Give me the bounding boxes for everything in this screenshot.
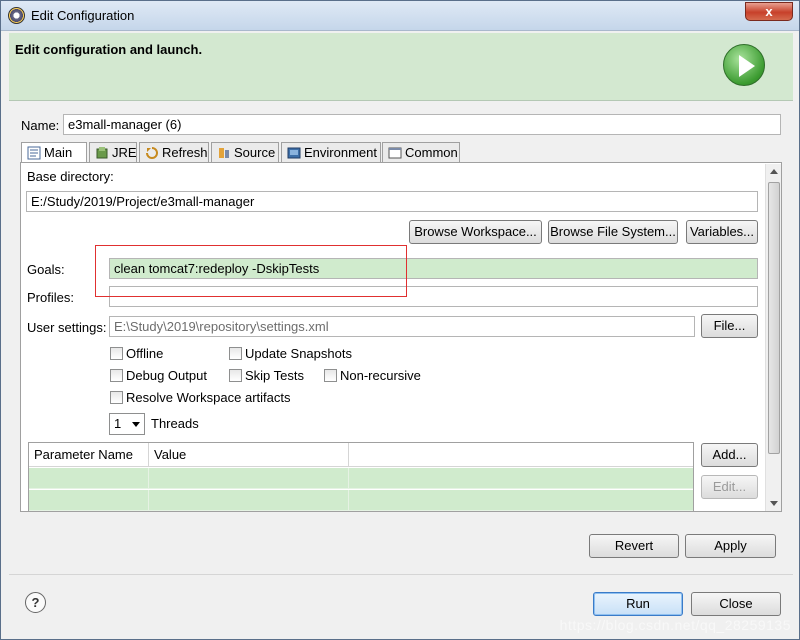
header-banner: Edit configuration and launch. (9, 33, 793, 101)
panel-vertical-scrollbar[interactable] (765, 164, 781, 511)
close-icon: x (765, 4, 773, 19)
column-header-parameter-name[interactable]: Parameter Name (29, 443, 149, 467)
resolve-workspace-label: Resolve Workspace artifacts (126, 390, 291, 405)
skip-tests-checkbox[interactable]: Skip Tests (229, 368, 304, 383)
table-row[interactable] (29, 490, 693, 511)
threads-label: Threads (151, 416, 199, 431)
tab-environment[interactable]: Environment (281, 142, 381, 163)
tab-source[interactable]: Source (211, 142, 279, 163)
help-icon[interactable]: ? (25, 592, 46, 613)
banner-heading: Edit configuration and launch. (15, 42, 203, 57)
update-snapshots-label: Update Snapshots (245, 346, 352, 361)
debug-output-checkbox[interactable]: Debug Output (110, 368, 207, 383)
tab-jre-label: JRE (112, 145, 137, 160)
source-icon (219, 148, 229, 158)
user-settings-input[interactable]: E:\Study\2019\repository\settings.xml (109, 316, 695, 337)
non-recursive-label: Non-recursive (340, 368, 421, 383)
revert-button[interactable]: Revert (589, 534, 679, 558)
name-input[interactable]: e3mall-manager (6) (63, 114, 781, 135)
base-directory-input[interactable]: E:/Study/2019/Project/e3mall-manager (26, 191, 758, 212)
tab-refresh[interactable]: Refresh (139, 142, 209, 163)
tab-main-label: Main (44, 145, 73, 160)
tab-main[interactable]: Main (21, 142, 87, 164)
goals-highlight-box (95, 245, 407, 297)
environment-icon (287, 147, 301, 159)
scrollbar-thumb[interactable] (768, 182, 780, 454)
watermark-text: https://blog.csdn.net/qq_28259135 (559, 617, 791, 633)
tab-jre[interactable]: JRE (89, 142, 137, 163)
resolve-workspace-checkbox[interactable]: Resolve Workspace artifacts (110, 390, 291, 405)
table-header: Parameter Name Value (29, 443, 693, 467)
update-snapshots-checkbox[interactable]: Update Snapshots (229, 346, 352, 361)
tab-environment-label: Environment (304, 145, 377, 160)
base-directory-label: Base directory: (27, 169, 114, 184)
window-title: Edit Configuration (31, 8, 135, 23)
edit-parameter-button[interactable]: Edit... (701, 475, 758, 499)
browse-workspace-button[interactable]: Browse Workspace... (409, 220, 542, 244)
threads-select[interactable]: 1 (109, 413, 145, 435)
edit-configuration-window: Edit Configuration x Edit configuration … (0, 0, 800, 640)
run-button[interactable]: Run (593, 592, 683, 616)
refresh-icon (146, 147, 158, 159)
tab-common[interactable]: Common (382, 142, 460, 163)
title-bar: Edit Configuration x (1, 1, 799, 31)
offline-checkbox[interactable]: Offline (110, 346, 163, 361)
table-row[interactable] (29, 468, 693, 489)
close-window-button[interactable]: x (745, 2, 793, 21)
add-parameter-button[interactable]: Add... (701, 443, 758, 467)
main-tab-icon (27, 146, 41, 160)
debug-output-label: Debug Output (126, 368, 207, 383)
name-label: Name: (21, 118, 60, 133)
parameters-table[interactable]: Parameter Name Value (28, 442, 694, 512)
common-icon (388, 147, 402, 159)
skip-tests-label: Skip Tests (245, 368, 305, 383)
profiles-label: Profiles: (27, 290, 74, 305)
close-button[interactable]: Close (691, 592, 781, 616)
non-recursive-checkbox[interactable]: Non-recursive (324, 368, 421, 383)
tab-source-label: Source (234, 145, 276, 160)
scroll-up-icon[interactable] (770, 169, 778, 174)
apply-button[interactable]: Apply (685, 534, 776, 558)
eclipse-icon (8, 7, 25, 24)
footer-separator (9, 574, 793, 575)
chevron-down-icon (132, 422, 140, 427)
tab-refresh-label: Refresh (162, 145, 208, 160)
tab-common-label: Common (405, 145, 458, 160)
jre-icon (96, 147, 108, 159)
scroll-down-icon[interactable] (770, 501, 778, 506)
offline-label: Offline (126, 346, 164, 361)
variables-button[interactable]: Variables... (686, 220, 758, 244)
run-icon (723, 44, 765, 86)
browse-file-system-button[interactable]: Browse File System... (548, 220, 678, 244)
threads-value: 1 (114, 416, 122, 431)
column-header-value[interactable]: Value (149, 443, 349, 467)
file-button[interactable]: File... (701, 314, 758, 338)
goals-label: Goals: (27, 262, 65, 277)
user-settings-label: User settings: (27, 320, 107, 335)
